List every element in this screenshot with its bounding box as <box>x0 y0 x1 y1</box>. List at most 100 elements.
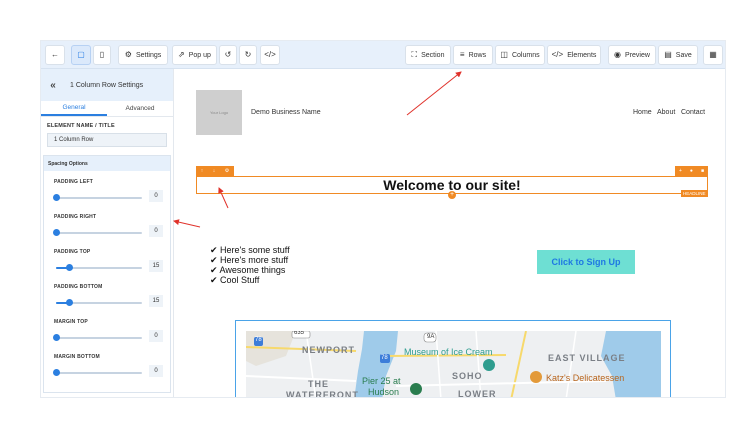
spacing-label: PADDING BOTTOM <box>54 284 103 290</box>
eye-icon: ◉ <box>614 50 622 59</box>
road-shield-9a: 9A <box>427 334 435 340</box>
slider-handle[interactable] <box>53 194 60 201</box>
spacing-slider[interactable] <box>53 229 142 236</box>
nav-home[interactable]: Home <box>633 109 652 116</box>
grid-icon: ▦ <box>709 50 717 59</box>
nav-contact[interactable]: Contact <box>681 109 705 116</box>
row-controls-right: + ● ■ <box>675 166 708 176</box>
spacing-label: PADDING TOP <box>54 249 91 255</box>
rows-button[interactable]: ≡ Rows <box>453 45 493 65</box>
spacing-row: PADDING RIGHT 0 <box>44 206 170 241</box>
editor-frame: ← ▢ ▯ ⚙ Settings ⇗ Pop up ↺ ↻ </> ⛶ Section… <box>40 40 726 398</box>
spacing-options-title: Spacing Options <box>44 156 170 171</box>
list-item: ✔ Awesome things <box>210 265 286 275</box>
map-poi-pier25[interactable]: Pier 25 at <box>362 376 401 386</box>
trash-icon[interactable]: ■ <box>701 168 704 174</box>
logo-text: Your Logo <box>209 110 229 115</box>
spacing-slider[interactable] <box>53 194 142 201</box>
section-button[interactable]: ⛶ Section <box>405 45 451 65</box>
spacing-value[interactable]: 15 <box>149 260 163 272</box>
gear-icon: ⚙ <box>124 50 132 59</box>
section-label: Section <box>421 51 445 59</box>
tab-general[interactable]: General <box>41 101 107 116</box>
spacing-slider[interactable] <box>53 369 142 376</box>
elements-button[interactable]: </> Elements <box>547 45 601 65</box>
list-item: ✔ Here's more stuff <box>210 255 289 265</box>
bullet-list[interactable]: ✔ Here's some stuff ✔ Here's more stuff … <box>210 245 290 285</box>
map-label-newport: NEWPORT <box>302 345 355 355</box>
sidebar-title: 1 Column Row Settings <box>70 81 144 89</box>
map-label-waterfront: WATERFRONT <box>286 390 359 398</box>
spacing-slider[interactable] <box>53 334 142 341</box>
road-shield-78-b: 78 <box>381 355 388 361</box>
map-embed[interactable]: 635 78 78 9A NEWPORT THE WATERFRONT EAST… <box>235 320 671 398</box>
element-name-field[interactable]: 1 Column Row <box>47 133 167 147</box>
redo-icon: ↻ <box>244 50 252 59</box>
spacing-value[interactable]: 0 <box>149 190 163 202</box>
mobile-view-button[interactable]: ▯ <box>93 45 111 65</box>
slider-handle[interactable] <box>65 299 73 306</box>
columns-icon: ◫ <box>500 50 508 59</box>
code-button[interactable]: </> <box>260 45 280 65</box>
slider-handle[interactable] <box>53 334 60 341</box>
popup-button[interactable]: ⇗ Pop up <box>172 45 217 65</box>
map-view[interactable]: 635 78 78 9A NEWPORT THE WATERFRONT EAST… <box>246 331 661 398</box>
slider-handle[interactable] <box>53 369 60 376</box>
add-row-icon[interactable]: + <box>448 191 456 199</box>
element-name-label: ELEMENT NAME / TITLE <box>47 123 115 129</box>
code-icon: </> <box>264 50 276 59</box>
page-canvas: Your Logo Demo Business Name Home About … <box>175 69 725 398</box>
external-link-icon: ⇗ <box>178 50 185 59</box>
slider-handle[interactable] <box>65 264 73 271</box>
save-button[interactable]: ▤ Save <box>658 45 698 65</box>
mobile-icon: ▯ <box>99 50 105 59</box>
map-poi-hudson[interactable]: Hudson <box>368 387 399 397</box>
menu-grid-button[interactable]: ▦ <box>703 45 723 65</box>
logo-placeholder[interactable]: Your Logo <box>196 90 242 135</box>
sign-up-button[interactable]: Click to Sign Up <box>537 250 635 274</box>
spacing-slider[interactable] <box>56 264 142 271</box>
save-icon: ▤ <box>664 50 672 59</box>
spacing-value[interactable]: 15 <box>149 295 163 307</box>
rows-label: Rows <box>468 51 487 59</box>
tab-advanced[interactable]: Advanced <box>107 101 173 116</box>
spacing-label: MARGIN BOTTOM <box>54 354 100 360</box>
popup-label: Pop up <box>188 51 211 59</box>
spacing-row: PADDING BOTTOM 15 <box>44 276 170 311</box>
move-up-icon[interactable]: ↑ <box>201 168 204 174</box>
back-button[interactable]: ← <box>45 45 65 65</box>
desktop-view-button[interactable]: ▢ <box>71 45 91 65</box>
spacing-label: PADDING LEFT <box>54 179 93 185</box>
sidebar-tabs: General Advanced <box>41 101 173 117</box>
desktop-icon: ▢ <box>77 50 85 59</box>
spacing-value[interactable]: 0 <box>149 225 163 237</box>
gear-icon[interactable]: ⚙ <box>225 168 229 174</box>
settings-button[interactable]: ⚙ Settings <box>118 45 168 65</box>
map-label-soho: SOHO <box>452 371 483 381</box>
preview-button[interactable]: ◉ Preview <box>608 45 656 65</box>
undo-icon: ↺ <box>224 50 232 59</box>
spacing-label: MARGIN TOP <box>54 319 88 325</box>
spacing-value[interactable]: 0 <box>149 365 163 377</box>
nav-about[interactable]: About <box>657 109 675 116</box>
spacing-slider[interactable] <box>56 299 142 306</box>
undo-button[interactable]: ↺ <box>219 45 237 65</box>
settings-label: Settings <box>135 51 162 59</box>
redo-button[interactable]: ↻ <box>239 45 257 65</box>
spacing-value[interactable]: 0 <box>149 330 163 342</box>
expand-icon: ⛶ <box>411 50 418 59</box>
columns-button[interactable]: ◫ Columns <box>495 45 545 65</box>
arrow-left-icon: ← <box>51 50 59 59</box>
map-poi-katz[interactable]: Katz's Delicatessen <box>546 373 624 383</box>
save-label: Save <box>675 51 692 59</box>
move-down-icon[interactable]: ↓ <box>213 168 216 174</box>
map-poi-museum[interactable]: Museum of Ice Cream <box>404 347 493 357</box>
collapse-icon[interactable]: « <box>41 80 65 91</box>
list-item: ✔ Cool Stuff <box>210 275 260 285</box>
add-icon[interactable]: + <box>679 168 682 174</box>
slider-handle[interactable] <box>53 229 60 236</box>
map-label-lower: LOWER <box>458 389 497 398</box>
code-icon: </> <box>551 50 564 59</box>
headline-tag: HEADLINE <box>681 190 708 197</box>
duplicate-icon[interactable]: ● <box>690 168 693 174</box>
